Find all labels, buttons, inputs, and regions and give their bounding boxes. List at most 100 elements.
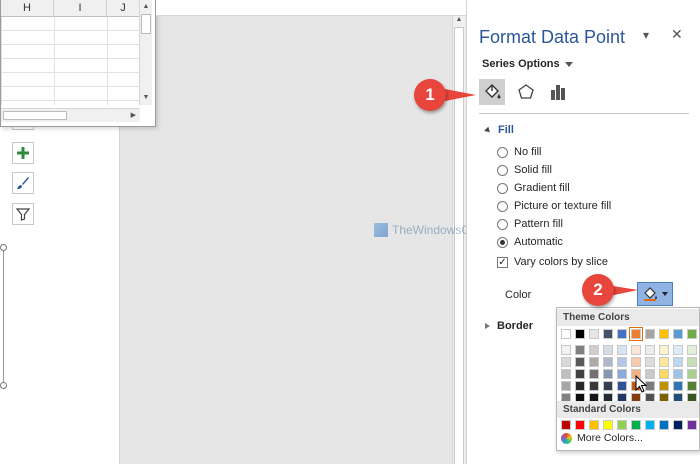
scroll-down-icon[interactable]: ▼: [140, 92, 152, 104]
theme-color-swatch[interactable]: [603, 357, 613, 367]
theme-color-swatch[interactable]: [687, 345, 697, 355]
theme-color-swatch[interactable]: [629, 327, 643, 341]
fill-section-header[interactable]: Fill: [484, 124, 514, 136]
theme-color-swatch[interactable]: [659, 369, 669, 379]
theme-color-swatch[interactable]: [631, 345, 641, 355]
theme-color-swatch[interactable]: [603, 345, 613, 355]
standard-color-swatch[interactable]: [645, 420, 655, 430]
theme-color-swatch[interactable]: [617, 345, 627, 355]
theme-color-swatch[interactable]: [603, 381, 613, 391]
scroll-up-icon[interactable]: ▲: [454, 16, 464, 23]
theme-color-swatch[interactable]: [673, 381, 683, 391]
theme-color-swatch[interactable]: [645, 357, 655, 367]
standard-color-swatch[interactable]: [589, 420, 599, 430]
theme-color-swatch[interactable]: [561, 357, 571, 367]
radio-indicator-selected[interactable]: [497, 236, 508, 248]
theme-color-swatch[interactable]: [645, 345, 655, 355]
border-section-header[interactable]: Border: [485, 320, 533, 332]
theme-color-swatch[interactable]: [561, 369, 571, 379]
theme-color-swatch[interactable]: [617, 357, 627, 367]
column-header[interactable]: J: [107, 0, 140, 17]
radio-pattern-fill[interactable]: Pattern fill: [497, 218, 563, 230]
radio-indicator[interactable]: [497, 164, 508, 176]
chart-resize-handle[interactable]: [0, 244, 7, 251]
tab-fill-line[interactable]: [479, 79, 505, 105]
more-colors-button[interactable]: More Colors...: [561, 432, 643, 444]
scroll-right-icon[interactable]: ▶: [131, 109, 136, 122]
column-header[interactable]: H: [1, 0, 54, 17]
theme-color-swatch[interactable]: [589, 381, 599, 391]
chart-filters-button[interactable]: [12, 203, 34, 225]
theme-color-swatch[interactable]: [687, 329, 697, 339]
series-options-dropdown[interactable]: Series Options: [482, 58, 573, 70]
scroll-thumb[interactable]: [141, 14, 151, 34]
standard-color-swatch[interactable]: [687, 420, 697, 430]
theme-color-swatch[interactable]: [589, 369, 599, 379]
theme-color-swatch[interactable]: [575, 369, 585, 379]
radio-indicator[interactable]: [497, 146, 508, 158]
theme-color-swatch[interactable]: [575, 345, 585, 355]
embedded-spreadsheet[interactable]: H I J ▲ ▼ ▶: [0, 0, 156, 127]
vary-colors-checkbox[interactable]: ✓ Vary colors by slice: [497, 256, 608, 268]
standard-color-swatch[interactable]: [673, 420, 683, 430]
theme-color-swatch[interactable]: [617, 329, 627, 339]
theme-color-swatch[interactable]: [673, 329, 683, 339]
theme-color-swatch[interactable]: [673, 345, 683, 355]
tab-series-options[interactable]: [545, 79, 571, 105]
theme-color-swatch[interactable]: [589, 345, 599, 355]
callout-badge: 2: [582, 274, 614, 306]
theme-color-swatch[interactable]: [589, 357, 599, 367]
radio-automatic[interactable]: Automatic: [497, 236, 563, 248]
theme-color-swatch[interactable]: [603, 329, 613, 339]
standard-color-swatch[interactable]: [575, 420, 585, 430]
chart-styles-button[interactable]: [12, 172, 34, 194]
theme-color-swatch[interactable]: [561, 381, 571, 391]
tab-effects[interactable]: [513, 79, 539, 105]
radio-gradient-fill[interactable]: Gradient fill: [497, 182, 570, 194]
theme-color-swatch[interactable]: [589, 329, 599, 339]
theme-color-swatch[interactable]: [673, 369, 683, 379]
horizontal-scrollbar[interactable]: ▶: [1, 108, 140, 122]
theme-color-swatch[interactable]: [659, 381, 669, 391]
radio-picture-texture-fill[interactable]: Picture or texture fill: [497, 200, 611, 212]
theme-color-swatch[interactable]: [603, 369, 613, 379]
scroll-up-icon[interactable]: ▲: [140, 1, 152, 13]
standard-color-swatch[interactable]: [659, 420, 669, 430]
column-header[interactable]: I: [54, 0, 107, 17]
theme-color-swatch[interactable]: [617, 381, 627, 391]
theme-color-swatch[interactable]: [575, 357, 585, 367]
radio-solid-fill[interactable]: Solid fill: [497, 164, 552, 176]
theme-color-swatch[interactable]: [575, 329, 585, 339]
cell-grid[interactable]: [1, 17, 140, 105]
theme-color-swatch[interactable]: [687, 381, 697, 391]
theme-color-swatch[interactable]: [617, 369, 627, 379]
divider: [479, 113, 689, 114]
fill-color-button[interactable]: [637, 282, 673, 306]
chart-resize-handle[interactable]: [0, 382, 7, 389]
radio-no-fill[interactable]: No fill: [497, 146, 542, 158]
theme-color-swatch[interactable]: [659, 357, 669, 367]
close-icon[interactable]: ✕: [671, 26, 683, 43]
theme-color-swatch[interactable]: [561, 329, 571, 339]
standard-color-swatch[interactable]: [603, 420, 613, 430]
radio-indicator[interactable]: [497, 200, 508, 212]
theme-color-swatch[interactable]: [631, 357, 641, 367]
radio-indicator[interactable]: [497, 182, 508, 194]
theme-color-swatch[interactable]: [659, 329, 669, 339]
theme-color-swatch[interactable]: [645, 329, 655, 339]
theme-color-swatch[interactable]: [673, 357, 683, 367]
checkmark-icon[interactable]: ✓: [497, 256, 508, 268]
vertical-scrollbar[interactable]: ▲ ▼: [139, 0, 152, 105]
theme-color-swatch[interactable]: [687, 357, 697, 367]
theme-color-swatch[interactable]: [561, 345, 571, 355]
standard-color-swatch[interactable]: [617, 420, 627, 430]
theme-color-swatch[interactable]: [575, 381, 585, 391]
theme-color-swatch[interactable]: [659, 345, 669, 355]
theme-color-swatch[interactable]: [687, 369, 697, 379]
standard-color-swatch[interactable]: [561, 420, 571, 430]
scroll-thumb[interactable]: [3, 111, 67, 120]
pane-options-dropdown-icon[interactable]: ▾: [643, 28, 649, 42]
radio-indicator[interactable]: [497, 218, 508, 230]
add-chart-element-button[interactable]: [12, 142, 34, 164]
standard-color-swatch[interactable]: [631, 420, 641, 430]
